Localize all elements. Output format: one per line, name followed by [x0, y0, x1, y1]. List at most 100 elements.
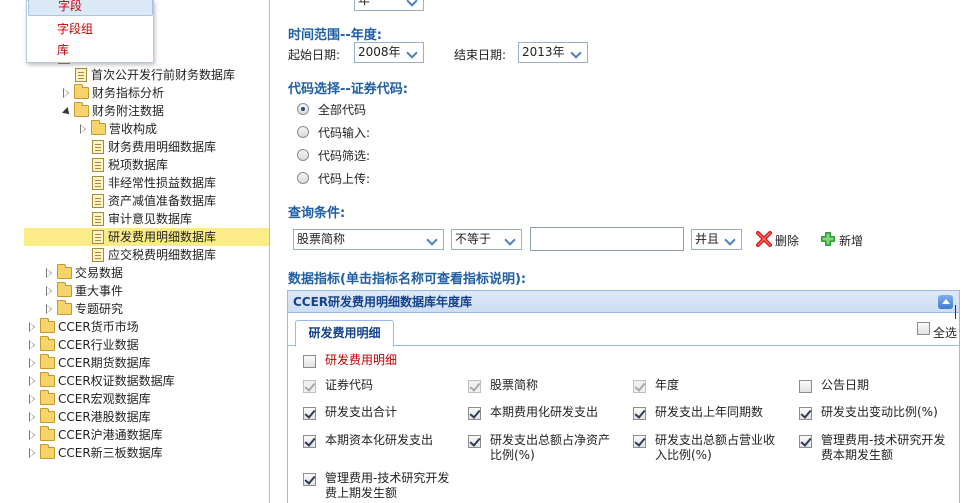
tree-item[interactable]: CCER货币市场 [24, 318, 269, 336]
frequency-select-value: 年 [358, 0, 371, 7]
chevron-down-icon [425, 232, 441, 247]
expand-arrow-icon[interactable] [28, 336, 38, 354]
radio-code-filter[interactable] [297, 149, 309, 161]
tree-item[interactable]: 财务附注数据 [24, 102, 269, 120]
chevron-down-icon [723, 232, 739, 247]
tree-item[interactable]: 专题研究 [24, 300, 269, 318]
expand-arrow-icon[interactable] [45, 264, 55, 282]
indicator-label[interactable]: 股票简称 [490, 378, 618, 393]
tree-item[interactable]: CCER新三板数据库 [24, 444, 269, 462]
code-selection-title: 代码选择--证券代码: [288, 82, 408, 97]
query-operator-select[interactable]: 不等于 [451, 229, 522, 250]
tree-item[interactable]: CCER期货数据库 [24, 354, 269, 372]
add-plus-icon [821, 232, 835, 246]
add-condition-button[interactable]: 新增 [820, 229, 870, 249]
expand-arrow-icon[interactable] [28, 354, 38, 372]
tree-item[interactable]: 交易数据 [24, 264, 269, 282]
document-icon [92, 230, 104, 244]
query-field-select[interactable]: 股票简称 [293, 229, 444, 250]
expand-arrow-icon[interactable] [28, 372, 38, 390]
expand-arrow-icon[interactable] [28, 408, 38, 426]
folder-icon [40, 318, 55, 333]
folder-icon [40, 336, 55, 351]
tree-item[interactable]: CCER港股数据库 [24, 408, 269, 426]
select-all-checkbox[interactable] [917, 322, 930, 335]
expand-arrow-icon[interactable] [28, 444, 38, 462]
popup-item-field-group[interactable]: 字段组 [28, 19, 153, 39]
indicator-checkbox[interactable] [799, 407, 812, 420]
indicator-checkbox[interactable] [468, 435, 481, 448]
query-value-input[interactable] [530, 227, 684, 251]
tree-item-label: CCER行业数据 [58, 338, 139, 352]
delete-condition-button[interactable]: 删除 [755, 229, 805, 249]
expand-arrow-icon[interactable] [79, 120, 89, 138]
start-date-select[interactable]: 2008年 [354, 42, 424, 63]
tree-item-label: 非经常性损益数据库 [108, 176, 217, 190]
expand-arrow-icon[interactable] [62, 84, 72, 102]
tree-item[interactable]: 财务费用明细数据库 [24, 138, 269, 156]
indicator-checkbox[interactable] [799, 435, 812, 448]
group-checkbox[interactable] [303, 355, 316, 368]
tree-item[interactable]: 财务指标分析 [24, 84, 269, 102]
document-icon [92, 176, 104, 190]
indicator-label[interactable]: 证券代码 [325, 378, 453, 393]
expand-arrow-icon[interactable] [28, 390, 38, 408]
frequency-select[interactable]: 年 [354, 0, 424, 11]
indicator-label[interactable]: 研发支出总额占营业收入比例(%) [655, 433, 783, 463]
select-all-label: 全选 [933, 326, 958, 340]
indicator-label[interactable]: 研发支出上年同期数 [655, 405, 783, 420]
tree-item[interactable]: CCER沪港通数据库 [24, 426, 269, 444]
indicator-label[interactable]: 管理费用-技术研究开发费上期发生额 [325, 471, 453, 501]
indicator-label[interactable]: 研发支出总额占净资产比例(%) [490, 433, 618, 463]
tab-rd-expense-detail[interactable]: 研发费用明细 [295, 320, 394, 347]
tree-item[interactable]: 重大事件 [24, 282, 269, 300]
indicator-checkbox[interactable] [303, 435, 316, 448]
tree-item[interactable]: 应交税费明细数据库 [24, 246, 269, 264]
indicator-label[interactable]: 管理费用-技术研究开发费本期发生额 [821, 433, 949, 463]
indicator-label[interactable]: 公告日期 [821, 378, 949, 393]
indicator-checkbox[interactable] [303, 407, 316, 420]
tree-item[interactable]: 非经常性损益数据库 [24, 174, 269, 192]
tree-item[interactable]: CCER行业数据 [24, 336, 269, 354]
radio-all-codes[interactable] [297, 103, 309, 115]
indicator-checkbox[interactable] [799, 380, 812, 393]
folder-icon [74, 84, 89, 99]
document-icon [92, 248, 104, 262]
folder-icon [40, 354, 55, 369]
indicator-panel: CCER研发费用明细数据库年度库 研发费用明细 全选 研发费用明细 证券代码 股票… [287, 290, 960, 503]
expand-arrow-icon[interactable] [62, 102, 72, 120]
start-date-label: 起始日期: [288, 48, 341, 62]
tree-item[interactable]: CCER宏观数据库 [24, 390, 269, 408]
indicator-label[interactable]: 研发支出合计 [325, 405, 453, 420]
radio-code-upload[interactable] [297, 172, 309, 184]
radio-code-input[interactable] [297, 126, 309, 138]
indicator-label[interactable]: 研发支出变动比例(%) [821, 405, 949, 420]
indicator-checkbox[interactable] [633, 435, 646, 448]
indicator-checkbox[interactable] [303, 473, 316, 486]
end-date-select[interactable]: 2013年 [518, 42, 588, 63]
tree-item[interactable]: 资产减值准备数据库 [24, 192, 269, 210]
tree-item[interactable]: 营收构成 [24, 120, 269, 138]
tree-item[interactable]: 税项数据库 [24, 156, 269, 174]
expand-arrow-icon[interactable] [28, 426, 38, 444]
indicator-checkbox[interactable] [468, 407, 481, 420]
tree-item[interactable]: 首次公开发行前财务数据库 [24, 66, 269, 84]
expand-arrow-icon[interactable] [28, 318, 38, 336]
collapse-icon[interactable] [938, 295, 953, 309]
indicator-checkbox[interactable] [633, 407, 646, 420]
expand-arrow-icon[interactable] [45, 300, 55, 318]
tree-item[interactable]: 审计意见数据库 [24, 210, 269, 228]
popup-item-database[interactable]: 库 [28, 40, 153, 60]
group-label[interactable]: 研发费用明细 [325, 353, 397, 368]
folder-icon [40, 390, 55, 405]
document-icon [92, 212, 104, 226]
indicator-label[interactable]: 年度 [655, 378, 783, 393]
expand-arrow-icon[interactable] [45, 282, 55, 300]
indicator-label[interactable]: 本期费用化研发支出 [490, 405, 618, 420]
tree-item[interactable]: CCER权证数据数据库 [24, 372, 269, 390]
tree-item[interactable]: 研发费用明细数据库 [24, 228, 269, 246]
query-logic-select[interactable]: 并且 [691, 229, 742, 250]
indicator-label[interactable]: 本期资本化研发支出 [325, 433, 453, 448]
popup-item-field[interactable]: 字段 [28, 0, 153, 16]
